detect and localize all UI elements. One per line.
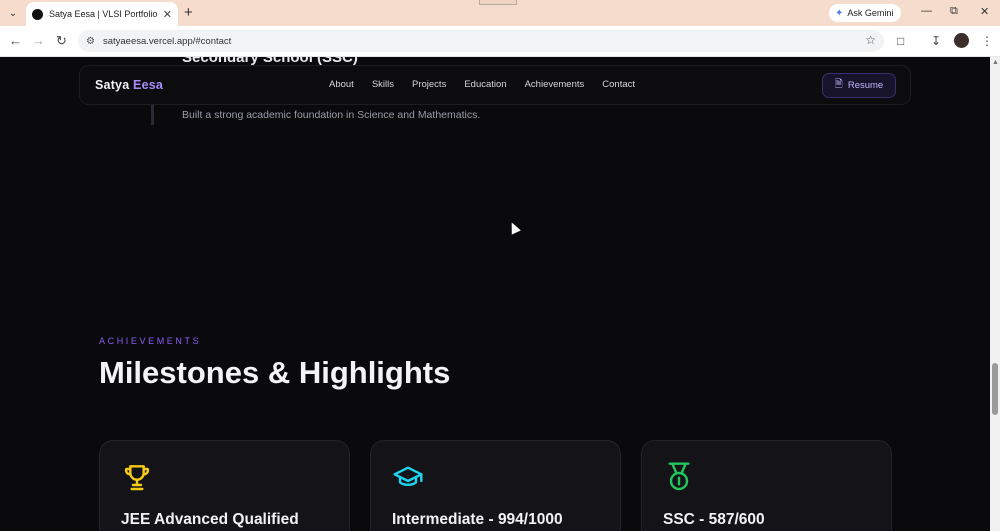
achievement-card-ssc[interactable]: SSC - 587/600 bbox=[641, 440, 892, 531]
medal-icon bbox=[668, 462, 690, 491]
forward-arrow-icon[interactable]: → bbox=[32, 33, 45, 49]
restore-icon[interactable]: ⧉ bbox=[950, 5, 958, 18]
tab-close-icon[interactable]: ✕ bbox=[163, 8, 172, 21]
nav-link-projects[interactable]: Projects bbox=[412, 79, 446, 90]
achievement-card-title: SSC - 587/600 bbox=[663, 511, 765, 528]
achievement-card-title: JEE Advanced Qualified bbox=[121, 511, 299, 528]
reload-icon[interactable]: ↻ bbox=[56, 33, 67, 49]
brand-first-name: Satya bbox=[95, 78, 130, 92]
achievement-card-title: Intermediate - 994/1000 bbox=[392, 511, 563, 528]
achievements-heading: Milestones & Highlights bbox=[99, 355, 451, 390]
download-icon[interactable]: ↧ bbox=[931, 33, 941, 49]
ask-gemini-button[interactable]: ✦ Ask Gemini bbox=[829, 4, 902, 22]
page-scrollbar[interactable]: ▲ bbox=[990, 57, 1000, 531]
document-icon: 🗎 bbox=[834, 79, 843, 90]
tab-title: Satya Eesa | VLSI Portfolio bbox=[49, 9, 158, 19]
site-info-icon[interactable]: ⚙ bbox=[86, 36, 95, 47]
trophy-icon bbox=[124, 465, 150, 491]
bookmark-star-icon[interactable]: ☆ bbox=[865, 33, 876, 47]
window-drag-handle[interactable] bbox=[479, 0, 517, 5]
browser-menu-icon[interactable]: ⋮ bbox=[981, 33, 993, 49]
nav-link-contact[interactable]: Contact bbox=[602, 79, 635, 90]
browser-toolbar: ← → ↻ ⚙ satyaeesa.vercel.app/#contact ☆ … bbox=[0, 26, 1000, 57]
back-arrow-icon[interactable]: ← bbox=[9, 33, 22, 49]
browser-tab-active[interactable]: Satya Eesa | VLSI Portfolio ✕ bbox=[26, 2, 178, 26]
address-bar[interactable]: ⚙ satyaeesa.vercel.app/#contact ☆ bbox=[78, 30, 884, 52]
resume-button[interactable]: 🗎 Resume bbox=[822, 73, 896, 98]
close-window-icon[interactable]: ✕ bbox=[980, 5, 989, 18]
mouse-cursor bbox=[507, 220, 521, 235]
scroll-up-arrow-icon[interactable]: ▲ bbox=[992, 59, 999, 66]
site-logo[interactable]: Satya Eesa bbox=[95, 78, 163, 92]
achievement-card-jee[interactable]: JEE Advanced Qualified bbox=[99, 440, 350, 531]
site-navbar: Satya Eesa About Skills Projects Educati… bbox=[79, 65, 911, 105]
extensions-puzzle-icon[interactable]: □ bbox=[897, 33, 904, 49]
new-tab-plus-icon[interactable]: + bbox=[184, 4, 193, 22]
nav-link-about[interactable]: About bbox=[329, 79, 354, 90]
tab-search-chevron-icon[interactable]: ⌄ bbox=[4, 4, 22, 22]
gemini-sparkle-icon: ✦ bbox=[835, 7, 844, 19]
nav-links: About Skills Projects Education Achievem… bbox=[329, 79, 653, 90]
scrollbar-thumb[interactable] bbox=[992, 363, 998, 415]
brand-last-name: Eesa bbox=[133, 78, 164, 92]
nav-link-education[interactable]: Education bbox=[464, 79, 506, 90]
ask-gemini-label: Ask Gemini bbox=[847, 8, 894, 18]
graduation-cap-icon bbox=[393, 466, 423, 487]
minimize-icon[interactable]: — bbox=[921, 5, 932, 17]
education-item-description: Built a strong academic foundation in Sc… bbox=[182, 109, 481, 121]
resume-label: Resume bbox=[847, 80, 884, 91]
achievements-section-label: ACHIEVEMENTS bbox=[99, 336, 202, 346]
site-favicon-icon bbox=[32, 8, 43, 20]
url-text[interactable]: satyaeesa.vercel.app/#contact bbox=[103, 36, 231, 47]
nav-link-achievements[interactable]: Achievements bbox=[525, 79, 585, 90]
nav-link-skills[interactable]: Skills bbox=[372, 79, 394, 90]
portfolio-page: Secondary School (SSC) Built a strong ac… bbox=[0, 57, 990, 531]
achievement-card-intermediate[interactable]: Intermediate - 994/1000 bbox=[370, 440, 621, 531]
profile-avatar[interactable] bbox=[954, 33, 969, 48]
browser-tab-bar: ⌄ Satya Eesa | VLSI Portfolio ✕ + ✦ Ask … bbox=[0, 0, 1000, 26]
